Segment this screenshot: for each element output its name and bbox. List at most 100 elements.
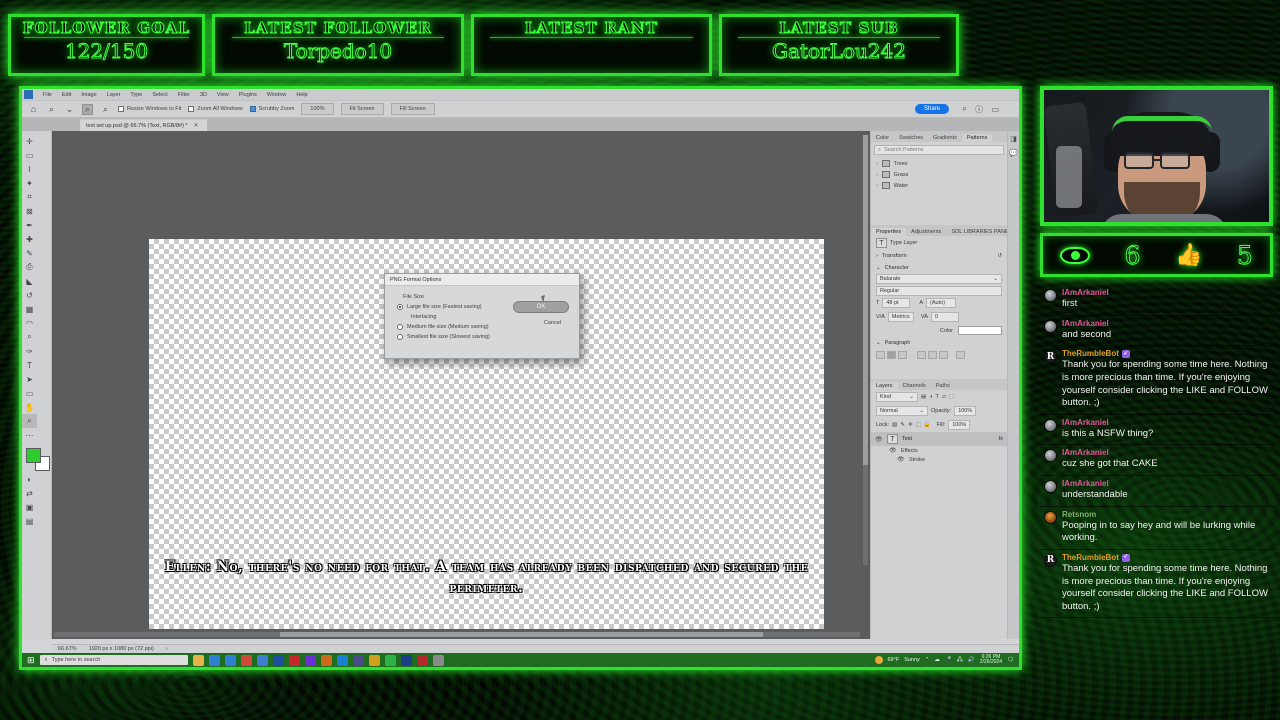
menu-filter[interactable]: Filter xyxy=(173,92,195,98)
chevron-right-icon[interactable]: › xyxy=(876,253,878,259)
chevron-down-icon[interactable]: ⌄ xyxy=(876,340,881,346)
marquee-tool-icon[interactable]: ▭ xyxy=(22,148,37,162)
type-tool-icon[interactable]: T xyxy=(22,358,37,372)
chevron-right-icon[interactable]: › xyxy=(876,161,878,167)
eye-icon[interactable]: 👁 xyxy=(875,436,883,443)
checkbox-icon[interactable] xyxy=(188,106,195,112)
leading-input[interactable]: (Auto) xyxy=(926,298,957,308)
fill-screen-button[interactable]: Fill Screen xyxy=(390,103,435,115)
after-effects-icon[interactable] xyxy=(304,654,316,666)
radio-icon[interactable] xyxy=(397,334,403,340)
chat-username[interactable]: TheRumbleBot ✓ xyxy=(1062,553,1272,563)
font-style-select[interactable]: Regular xyxy=(876,286,1002,296)
layer-filter-select[interactable]: Kind ⌄ xyxy=(876,392,918,402)
layer-item-text[interactable]: 👁 T Text fx xyxy=(871,432,1007,446)
font-size-input[interactable]: 48 pt xyxy=(882,298,911,308)
layer-effects-group[interactable]: 👁 Effects xyxy=(871,446,1007,455)
frame-tool-icon[interactable]: ⊠ xyxy=(22,204,37,218)
zoom-100-button[interactable]: 100% xyxy=(301,103,334,115)
photoshop-taskbar-icon[interactable] xyxy=(400,654,412,666)
fx-icon[interactable]: fx xyxy=(999,436,1003,442)
align-right-icon[interactable] xyxy=(898,351,907,359)
search-icon[interactable]: ⌕ xyxy=(46,104,57,115)
crop-tool-icon[interactable]: ⌗ xyxy=(22,190,37,204)
option-scrubby-zoom[interactable]: Scrubby Zoom xyxy=(249,106,294,112)
zoom-tool-icon[interactable]: ⌕ xyxy=(82,103,93,115)
menu-edit[interactable]: Edit xyxy=(57,92,76,98)
document-tab[interactable]: text set up.psd @ 66.7% (Text, RGB/8#) *… xyxy=(80,119,207,131)
eyedropper-tool-icon[interactable]: ✒ xyxy=(22,218,37,232)
paragraph-section[interactable]: ⌄ Paragraph xyxy=(871,337,1007,349)
network-icon[interactable]: 🖧 xyxy=(957,656,963,665)
menu-file[interactable]: File xyxy=(38,92,57,98)
comments-panel-icon[interactable]: 💬 xyxy=(1009,149,1018,157)
blur-tool-icon[interactable]: ◠ xyxy=(22,316,37,330)
eraser-tool-icon[interactable]: ◣ xyxy=(22,274,37,288)
character-section[interactable]: ⌄ Character xyxy=(871,262,1007,274)
cancel-button[interactable]: Cancel xyxy=(544,320,561,326)
more-tools-icon[interactable]: ⋯ xyxy=(22,428,37,442)
taskbar-clock[interactable]: 6:26 PM 2/26/2024 xyxy=(980,654,1002,666)
lock-transparent-icon[interactable]: ▨ xyxy=(892,422,897,428)
zoom-level[interactable]: 66.67% xyxy=(58,646,77,652)
checkbox-icon[interactable] xyxy=(118,106,124,112)
filter-shape-icon[interactable]: ▱ xyxy=(942,394,946,400)
mail-icon[interactable] xyxy=(208,654,220,666)
chevron-right-icon[interactable]: › xyxy=(876,183,878,189)
chat-username[interactable]: IAmArkaniel xyxy=(1062,418,1272,428)
menu-window[interactable]: Window xyxy=(262,92,292,98)
swap-colors-icon[interactable]: ⇄ xyxy=(22,486,37,500)
justify-all-icon[interactable] xyxy=(956,351,965,359)
help-icon[interactable]: ⓘ xyxy=(975,104,983,115)
hand-tool-icon[interactable]: ✋ xyxy=(22,400,37,414)
align-center-icon[interactable] xyxy=(887,351,896,359)
eye-icon[interactable]: 👁 xyxy=(897,456,905,463)
blend-mode-select[interactable]: Normal ⌄ xyxy=(876,406,928,416)
healing-brush-tool-icon[interactable]: ✚ xyxy=(22,232,37,246)
option-resize-windows[interactable]: Resize Windows to Fit xyxy=(118,106,181,112)
chat-username[interactable]: TheRumbleBot ✓ xyxy=(1062,349,1272,359)
search-icon[interactable]: ⌕ xyxy=(963,104,967,114)
zoom-tool-icon[interactable]: ⌕ xyxy=(22,414,37,428)
app-icon[interactable] xyxy=(432,654,444,666)
text-color-swatch[interactable] xyxy=(958,326,1002,335)
lightroom-icon[interactable] xyxy=(336,654,348,666)
menu-view[interactable]: View xyxy=(212,92,234,98)
close-icon[interactable]: ✕ xyxy=(194,122,199,129)
app-icon[interactable] xyxy=(352,654,364,666)
menu-type[interactable]: Type xyxy=(125,92,147,98)
tab-patterns[interactable]: Patterns xyxy=(961,134,993,142)
pen-tool-icon[interactable]: ✑ xyxy=(22,344,37,358)
filter-adjustment-icon[interactable]: ◑ xyxy=(929,394,932,400)
menu-select[interactable]: Select xyxy=(147,92,172,98)
magic-wand-tool-icon[interactable]: ✦ xyxy=(22,176,37,190)
chevron-right-icon[interactable]: › xyxy=(876,172,878,178)
canvas-horizontal-scrollbar[interactable] xyxy=(54,632,860,637)
chevron-down-icon[interactable]: ⌄ xyxy=(993,276,998,282)
cloud-icon[interactable]: ☁ xyxy=(934,657,940,663)
chat-username[interactable]: Retsnom xyxy=(1062,510,1272,520)
pattern-group-trees[interactable]: › Trees xyxy=(871,158,1007,169)
justify-last-left-icon[interactable] xyxy=(917,351,926,359)
filter-type-icon[interactable]: T xyxy=(936,394,939,400)
ok-button[interactable]: OK xyxy=(513,301,569,313)
color-swatches[interactable] xyxy=(22,446,51,472)
pattern-group-grass[interactable]: › Grass xyxy=(871,169,1007,180)
chat-username[interactable]: IAmArkaniel xyxy=(1062,288,1272,298)
search-patterns-input[interactable]: ⌕ Search Patterns xyxy=(874,145,1004,155)
fill-input[interactable]: 100% xyxy=(948,420,971,430)
notifications-icon[interactable]: 🗨 xyxy=(1007,657,1014,663)
checkbox-icon[interactable] xyxy=(249,106,256,112)
radio-icon[interactable] xyxy=(397,304,403,310)
clone-stamp-tool-icon[interactable]: ⎙ xyxy=(22,260,37,274)
move-tool-icon[interactable]: ✛ xyxy=(22,134,37,148)
chevron-down-icon[interactable]: ⌄ xyxy=(876,265,881,271)
home-icon[interactable]: ⌂ xyxy=(28,104,39,115)
tab-channels[interactable]: Channels xyxy=(898,382,931,390)
taskbar-search-input[interactable]: ⌕ Type here to search xyxy=(39,655,188,665)
brush-tool-icon[interactable]: ✎ xyxy=(22,246,37,260)
tab-layers[interactable]: Layers xyxy=(871,382,898,390)
chevron-down-icon[interactable]: ⌄ xyxy=(64,104,75,115)
tab-swatches[interactable]: Swatches xyxy=(894,134,928,142)
audition-icon[interactable] xyxy=(320,654,332,666)
